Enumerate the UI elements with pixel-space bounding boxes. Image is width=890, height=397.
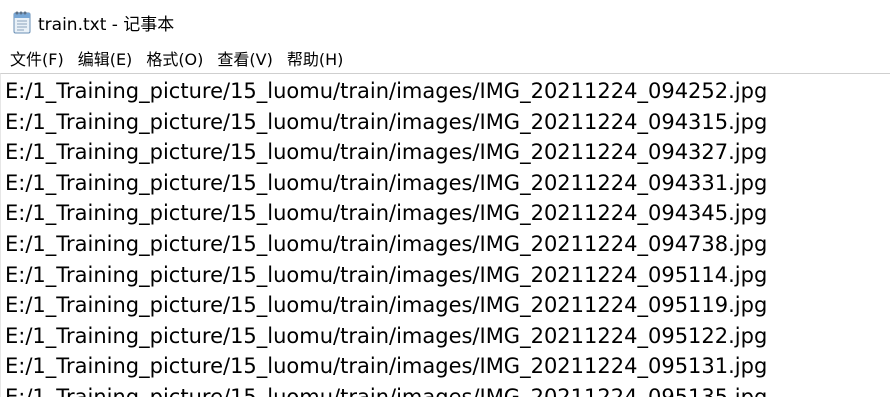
text-line[interactable]: E:/1_Training_picture/15_luomu/train/ima… bbox=[1, 76, 890, 107]
text-line[interactable]: E:/1_Training_picture/15_luomu/train/ima… bbox=[1, 107, 890, 138]
menu-file[interactable]: 文件(F) bbox=[6, 44, 72, 72]
notepad-window: train.txt - 记事本 文件(F) 编辑(E) 格式(O) 查看(V) … bbox=[0, 0, 890, 397]
text-line[interactable]: E:/1_Training_picture/15_luomu/train/ima… bbox=[1, 198, 890, 229]
menu-help[interactable]: 帮助(H) bbox=[283, 44, 352, 72]
text-line[interactable]: E:/1_Training_picture/15_luomu/train/ima… bbox=[1, 229, 890, 260]
text-line[interactable]: E:/1_Training_picture/15_luomu/train/ima… bbox=[1, 321, 890, 352]
text-line[interactable]: E:/1_Training_picture/15_luomu/train/ima… bbox=[1, 382, 890, 397]
editor-lines: E:/1_Training_picture/15_luomu/train/ima… bbox=[1, 74, 890, 397]
title-bar[interactable]: train.txt - 记事本 bbox=[0, 0, 890, 44]
text-line[interactable]: E:/1_Training_picture/15_luomu/train/ima… bbox=[1, 351, 890, 382]
menu-edit[interactable]: 编辑(E) bbox=[74, 44, 141, 72]
notepad-icon bbox=[12, 10, 32, 34]
menu-view[interactable]: 查看(V) bbox=[213, 44, 280, 72]
text-line[interactable]: E:/1_Training_picture/15_luomu/train/ima… bbox=[1, 168, 890, 199]
menu-bar: 文件(F) 编辑(E) 格式(O) 查看(V) 帮助(H) bbox=[0, 44, 890, 73]
text-line[interactable]: E:/1_Training_picture/15_luomu/train/ima… bbox=[1, 260, 890, 291]
menu-format[interactable]: 格式(O) bbox=[142, 44, 211, 72]
text-line[interactable]: E:/1_Training_picture/15_luomu/train/ima… bbox=[1, 137, 890, 168]
text-line[interactable]: E:/1_Training_picture/15_luomu/train/ima… bbox=[1, 290, 890, 321]
text-editor[interactable]: E:/1_Training_picture/15_luomu/train/ima… bbox=[0, 73, 890, 397]
window-title: train.txt - 记事本 bbox=[38, 14, 175, 35]
